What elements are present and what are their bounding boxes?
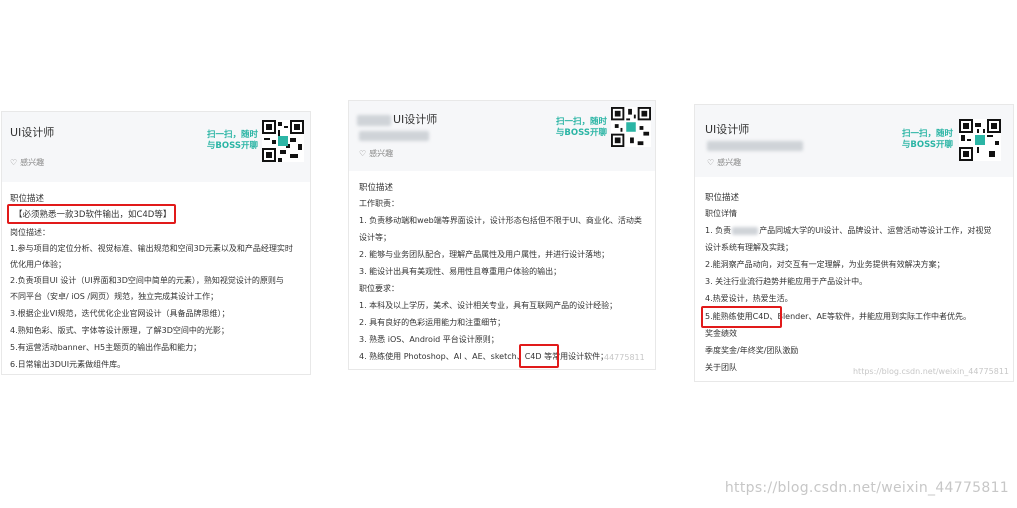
interest-button[interactable]: ♡ 感兴趣 xyxy=(10,157,47,168)
desc-line: 1. 本科及以上学历，美术、设计相关专业，具有互联网产品的设计经验； xyxy=(359,301,618,310)
desc-line: 奖金绩效 xyxy=(705,329,737,338)
job-card-2: UI设计师 ♡ 感兴趣 扫一扫，随时 与BOSS开聊 职位描述 工作职责： 1. … xyxy=(349,101,655,369)
desc-line: 5.有运营活动banner、H5主题页的输出作品和能力； xyxy=(10,343,202,352)
desc-line: 设计等； xyxy=(359,233,391,242)
heart-icon: ♡ xyxy=(707,158,715,167)
desc-line: 6.日常输出3DUI元素做组件库。 xyxy=(10,360,126,369)
section-heading: 职位描述 xyxy=(705,193,740,203)
window-dots: •••••• xyxy=(945,105,1009,109)
highlight-box xyxy=(701,306,782,328)
desc-line: 1. 负责 产品同城大学的UI设计、品牌设计、运营活动等设计工作，对视觉 xyxy=(705,226,992,235)
desc-line: 4.热爱设计，热爱生活。 xyxy=(705,294,793,303)
heart-icon: ♡ xyxy=(359,149,367,158)
watermark-text: 44775811 xyxy=(604,353,645,362)
desc-line: 4. 熟练使用 Photoshop、AI 、AE、sketch、C4D 等常用设… xyxy=(359,352,609,361)
desc-line: 2.能洞察产品动向，对交互有一定理解，为业务提供有效解决方案； xyxy=(705,260,945,269)
watermark-text: https://blog.csdn.net/weixin_44775811 xyxy=(852,367,1009,376)
qr-code-icon[interactable] xyxy=(959,119,1001,161)
job-card-1: UI设计师 ♡ 感兴趣 扫一扫，随时 与BOSS开聊 职位描述 【必须熟悉一款3D… xyxy=(2,112,310,374)
desc-line: 1. 负责移动端和web端等界面设计，设计形态包括但不限于UI、商业化、活动类 xyxy=(359,216,642,225)
job-title: UI设计师 xyxy=(357,111,437,127)
desc-line: 季度奖金/年终奖/团队激励 xyxy=(705,346,799,355)
desc-line: 优化用户体验； xyxy=(10,260,66,269)
desc-line: 关于团队 xyxy=(705,363,737,372)
scan-prompt: 扫一扫，随时 与BOSS开聊 xyxy=(206,130,258,151)
page-watermark: https://blog.csdn.net/weixin_44775811 xyxy=(724,480,1009,496)
desc-line: 2. 具有良好的色彩运用能力和注重细节； xyxy=(359,318,506,327)
blurred-salary xyxy=(359,131,429,141)
desc-line: 1.参与项目的定位分析、视觉标准、输出规范和空间3D元素以及和产品经理实时 xyxy=(10,244,293,253)
desc-line: 岗位描述： xyxy=(10,228,50,237)
section-heading: 职位描述 xyxy=(10,194,45,204)
blurred-company xyxy=(732,226,759,235)
desc-line: 设计系统有理解及实践； xyxy=(705,243,793,252)
desc-line: 职位详情 xyxy=(705,209,737,218)
job-title: UI设计师 xyxy=(10,126,55,139)
qr-code-icon[interactable] xyxy=(262,120,304,162)
desc-line: 2.负责项目UI 设计（UI界面和3D空间中简单的元素），熟知视觉设计的原则与 xyxy=(10,276,284,285)
interest-button[interactable]: ♡ 感兴趣 xyxy=(359,148,396,159)
desc-line: 3. 熟悉 iOS、Android 平台设计原则； xyxy=(359,335,499,344)
blurred-company xyxy=(357,114,391,126)
desc-line: 不同平台（安卓/ iOS /网页）规范，独立完成其设计工作； xyxy=(10,292,219,301)
section-heading: 职位描述 xyxy=(359,183,394,193)
job-title: UI设计师 xyxy=(705,123,750,136)
desc-line: 3. 能设计出具有美观性、易用性且尊重用户体验的输出； xyxy=(359,267,562,276)
scan-prompt: 扫一扫，随时 与BOSS开聊 xyxy=(901,129,953,150)
highlight-box xyxy=(7,204,176,224)
highlight-box xyxy=(519,344,559,368)
interest-button[interactable]: ♡ 感兴趣 xyxy=(707,157,744,168)
scan-prompt: 扫一扫，随时 与BOSS开聊 xyxy=(555,117,607,138)
heart-icon: ♡ xyxy=(10,158,18,167)
qr-code-icon[interactable] xyxy=(611,107,651,147)
desc-line: 3.根据企业VI规范，迭代优化企业官网设计（具备品牌思维）； xyxy=(10,309,230,318)
desc-line: 工作职责： xyxy=(359,199,399,208)
desc-line: 3. 关注行业流行趋势并能应用于产品设计中。 xyxy=(705,277,868,286)
desc-line: 职位要求： xyxy=(359,284,399,293)
blurred-salary xyxy=(707,141,803,151)
job-card-3: •••••• UI设计师 ♡感兴趣 扫一扫，随时 与BOSS开聊 职位描述 职位… xyxy=(695,105,1013,381)
desc-line: 2. 能够与业务团队配合，理解产品属性及用户属性，并进行设计落地； xyxy=(359,250,610,259)
desc-line: 4.熟知色彩、版式、字体等设计原理，了解3D空间中的光影； xyxy=(10,326,229,335)
